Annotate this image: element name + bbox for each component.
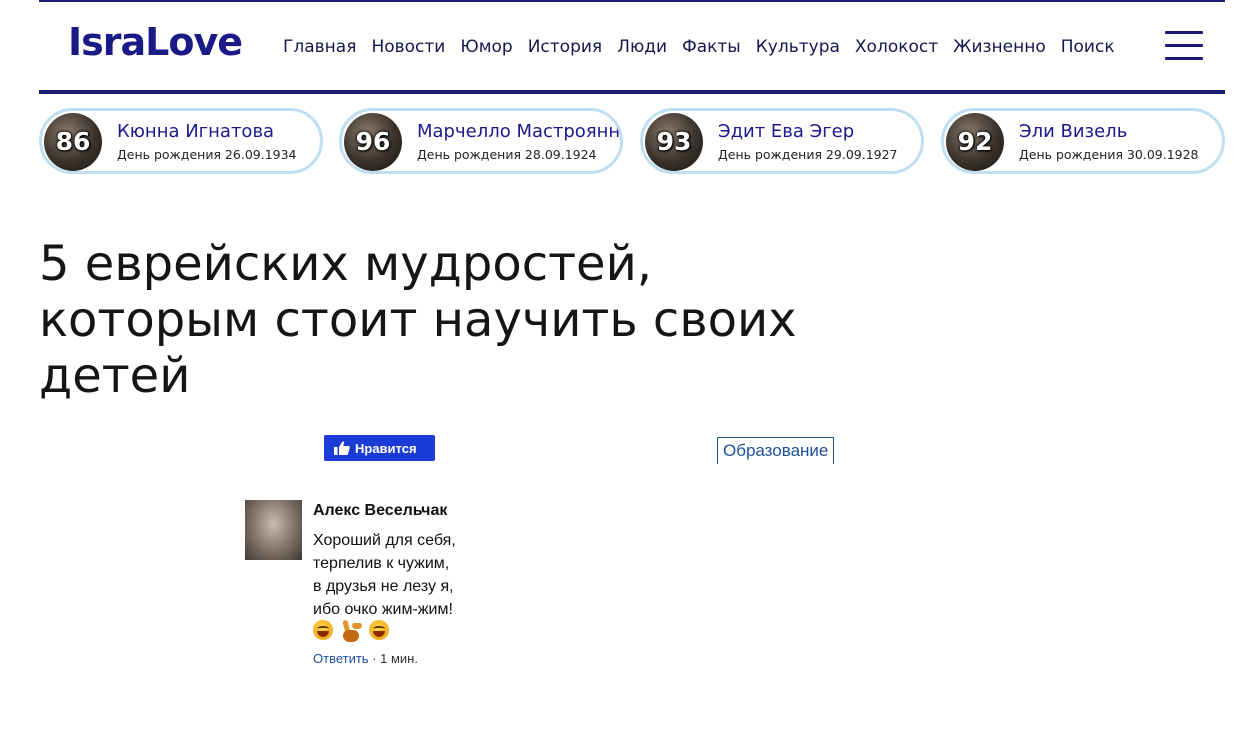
thumbs-up-icon [334,441,350,455]
top-border-line [39,0,1225,2]
age-badge: 92 [957,127,993,156]
hamburger-bar [1165,57,1203,60]
nav-item-humor[interactable]: Юмор [460,36,512,58]
hamburger-menu-icon[interactable] [1165,31,1203,61]
birthday-date: День рождения 26.09.1934 [117,147,297,162]
nav-item-facts[interactable]: Факты [682,36,741,58]
article-title: 5 еврейских мудростей, которым стоит нау… [39,236,797,404]
age-badge: 86 [55,127,91,156]
site-logo[interactable]: IsraLove [68,20,243,64]
main-nav: Главная Новости Юмор История Люди Факты … [283,36,1130,58]
person-name: Кюнна Игнатова [117,121,275,142]
avatar[interactable] [245,500,302,560]
birthday-date: День рождения 28.09.1924 [417,147,597,162]
birthday-strip: 86 Кюнна Игнатова День рождения 26.09.19… [39,108,1227,176]
meta-separator: · [368,651,381,666]
comment-text: Хороший для себя, терпелив к чужим, в др… [313,532,456,618]
nav-item-news[interactable]: Новости [371,36,445,58]
laughing-face-icon [313,620,333,640]
nav-item-history[interactable]: История [528,36,602,58]
hamburger-bar [1165,44,1203,47]
nav-item-holocaust[interactable]: Холокост [855,36,938,58]
facebook-like-button[interactable]: Нравится [324,435,435,461]
header-divider [39,90,1225,94]
comment-meta: Ответить · 1 мин. [313,651,418,666]
birthday-card[interactable]: 96 Марчелло Мастроянни День рождения 28.… [339,108,623,174]
nav-item-people[interactable]: Люди [617,36,667,58]
birthday-card[interactable]: 86 Кюнна Игнатова День рождения 26.09.19… [39,108,323,174]
person-name: Эли Визель [1019,121,1128,142]
like-button-label: Нравится [355,440,417,456]
comment-time: 1 мин. [380,651,418,666]
category-tag[interactable]: Образование [717,437,835,464]
comment-emojis [313,620,389,642]
birthday-card[interactable]: 93 Эдит Ева Эгер День рождения 29.09.192… [640,108,924,174]
birthday-date: День рождения 30.09.1928 [1019,147,1199,162]
person-name: Марчелло Мастроянни [417,121,623,142]
grinning-face-icon [369,620,389,640]
person-name: Эдит Ева Эгер [718,121,855,142]
victory-hand-icon [341,620,361,642]
hamburger-bar [1165,31,1203,34]
reply-link[interactable]: Ответить [313,651,369,666]
site-header: IsraLove Главная Новости Юмор История Лю… [39,14,1225,76]
birthday-card[interactable]: 92 Эли Визель День рождения 30.09.1928 [941,108,1225,174]
nav-item-search[interactable]: Поиск [1061,36,1115,58]
age-badge: 93 [656,127,692,156]
nav-item-home[interactable]: Главная [283,36,356,58]
birthday-date: День рождения 29.09.1927 [718,147,898,162]
comment-author[interactable]: Алекс Весельчак [313,502,447,520]
nav-item-life[interactable]: Жизненно [953,36,1046,58]
age-badge: 96 [355,127,391,156]
nav-item-culture[interactable]: Культура [756,36,840,58]
